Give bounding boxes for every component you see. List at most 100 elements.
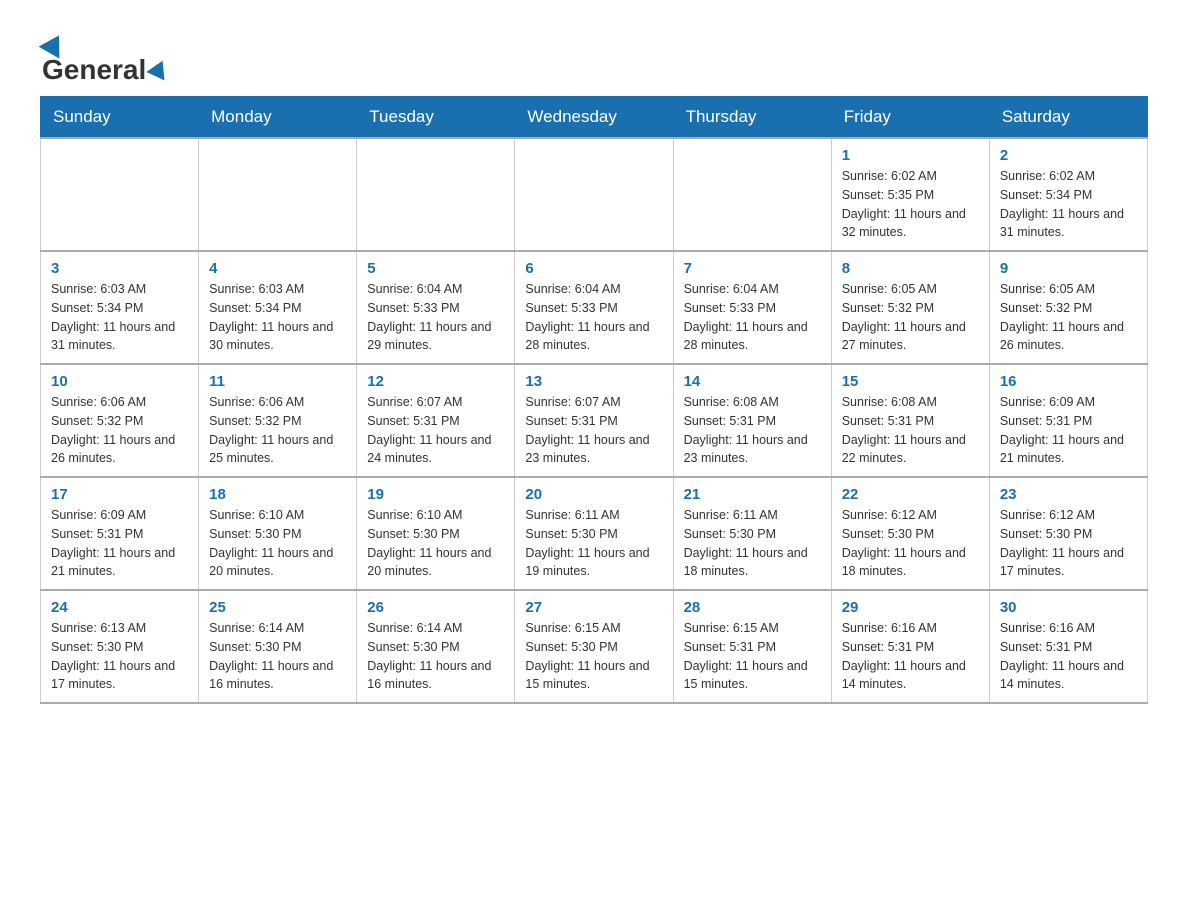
logo-general-bottom: General [42, 54, 146, 86]
day-info: Sunrise: 6:02 AM Sunset: 5:34 PM Dayligh… [1000, 167, 1137, 242]
calendar-table: SundayMondayTuesdayWednesdayThursdayFrid… [40, 96, 1148, 704]
day-info: Sunrise: 6:07 AM Sunset: 5:31 PM Dayligh… [525, 393, 662, 468]
calendar-cell: 17 Sunrise: 6:09 AM Sunset: 5:31 PM Dayli… [41, 477, 199, 590]
logo: General [40, 30, 169, 76]
day-number: 14 [684, 373, 821, 390]
calendar-cell: 6Sunrise: 6:04 AM Sunset: 5:33 PM Daylig… [515, 251, 673, 364]
day-info: Sunrise: 6:14 AM Sunset: 5:30 PM Dayligh… [209, 619, 346, 694]
calendar-cell [673, 138, 831, 251]
calendar-cell: 25Sunrise: 6:14 AM Sunset: 5:30 PM Dayli… [199, 590, 357, 703]
calendar-week-row: 3 Sunrise: 6:03 AM Sunset: 5:34 PM Daylig… [41, 251, 1148, 364]
day-number: 7 [684, 260, 821, 277]
calendar-cell: 1Sunrise: 6:02 AM Sunset: 5:35 PM Daylig… [831, 138, 989, 251]
day-number: 23 [1000, 486, 1137, 503]
calendar-cell: 30Sunrise: 6:16 AM Sunset: 5:31 PM Dayli… [989, 590, 1147, 703]
calendar-cell: 2 Sunrise: 6:02 AM Sunset: 5:34 PM Daylig… [989, 138, 1147, 251]
day-number: 26 [367, 599, 504, 616]
day-number: 27 [525, 599, 662, 616]
calendar-cell: 19 Sunrise: 6:10 AM Sunset: 5:30 PM Dayli… [357, 477, 515, 590]
calendar-cell: 14 Sunrise: 6:08 AM Sunset: 5:31 PM Dayli… [673, 364, 831, 477]
logo-arrow-icon [147, 56, 172, 80]
day-info: Sunrise: 6:12 AM Sunset: 5:30 PM Dayligh… [1000, 506, 1137, 581]
calendar-cell: 5 Sunrise: 6:04 AM Sunset: 5:33 PM Daylig… [357, 251, 515, 364]
day-number: 12 [367, 373, 504, 390]
day-info: Sunrise: 6:11 AM Sunset: 5:30 PM Dayligh… [684, 506, 821, 581]
day-number: 18 [209, 486, 346, 503]
day-info: Sunrise: 6:11 AM Sunset: 5:30 PM Dayligh… [525, 506, 662, 581]
day-number: 24 [51, 599, 188, 616]
day-number: 3 [51, 260, 188, 277]
day-info: Sunrise: 6:06 AM Sunset: 5:32 PM Dayligh… [51, 393, 188, 468]
day-number: 10 [51, 373, 188, 390]
day-info: Sunrise: 6:16 AM Sunset: 5:31 PM Dayligh… [842, 619, 979, 694]
day-number: 6 [525, 260, 662, 277]
calendar-cell: 29 Sunrise: 6:16 AM Sunset: 5:31 PM Dayli… [831, 590, 989, 703]
day-info: Sunrise: 6:03 AM Sunset: 5:34 PM Dayligh… [51, 280, 188, 355]
calendar-cell [515, 138, 673, 251]
calendar-cell: 4 Sunrise: 6:03 AM Sunset: 5:34 PM Daylig… [199, 251, 357, 364]
calendar-cell: 20 Sunrise: 6:11 AM Sunset: 5:30 PM Dayli… [515, 477, 673, 590]
calendar-header-row: SundayMondayTuesdayWednesdayThursdayFrid… [41, 97, 1148, 139]
day-number: 5 [367, 260, 504, 277]
day-number: 1 [842, 147, 979, 164]
column-header-thursday: Thursday [673, 97, 831, 139]
calendar-cell: 7 Sunrise: 6:04 AM Sunset: 5:33 PM Daylig… [673, 251, 831, 364]
day-info: Sunrise: 6:04 AM Sunset: 5:33 PM Dayligh… [367, 280, 504, 355]
day-info: Sunrise: 6:06 AM Sunset: 5:32 PM Dayligh… [209, 393, 346, 468]
day-number: 11 [209, 373, 346, 390]
calendar-cell: 24 Sunrise: 6:13 AM Sunset: 5:30 PM Dayli… [41, 590, 199, 703]
column-header-sunday: Sunday [41, 97, 199, 139]
day-number: 28 [684, 599, 821, 616]
calendar-cell: 10 Sunrise: 6:06 AM Sunset: 5:32 PM Dayli… [41, 364, 199, 477]
day-info: Sunrise: 6:13 AM Sunset: 5:30 PM Dayligh… [51, 619, 188, 694]
calendar-cell: 18 Sunrise: 6:10 AM Sunset: 5:30 PM Dayli… [199, 477, 357, 590]
calendar-cell: 27 Sunrise: 6:15 AM Sunset: 5:30 PM Dayli… [515, 590, 673, 703]
calendar-week-row: 24 Sunrise: 6:13 AM Sunset: 5:30 PM Dayli… [41, 590, 1148, 703]
column-header-wednesday: Wednesday [515, 97, 673, 139]
day-number: 19 [367, 486, 504, 503]
day-number: 17 [51, 486, 188, 503]
calendar-cell [41, 138, 199, 251]
calendar-cell: 11 Sunrise: 6:06 AM Sunset: 5:32 PM Dayli… [199, 364, 357, 477]
day-number: 29 [842, 599, 979, 616]
day-info: Sunrise: 6:15 AM Sunset: 5:31 PM Dayligh… [684, 619, 821, 694]
day-number: 8 [842, 260, 979, 277]
calendar-cell: 9 Sunrise: 6:05 AM Sunset: 5:32 PM Daylig… [989, 251, 1147, 364]
calendar-cell [199, 138, 357, 251]
calendar-cell: 22Sunrise: 6:12 AM Sunset: 5:30 PM Dayli… [831, 477, 989, 590]
day-number: 30 [1000, 599, 1137, 616]
calendar-cell: 15 Sunrise: 6:08 AM Sunset: 5:31 PM Dayli… [831, 364, 989, 477]
day-info: Sunrise: 6:05 AM Sunset: 5:32 PM Dayligh… [1000, 280, 1137, 355]
page-header: General [40, 30, 1148, 76]
calendar-cell: 3 Sunrise: 6:03 AM Sunset: 5:34 PM Daylig… [41, 251, 199, 364]
day-number: 15 [842, 373, 979, 390]
calendar-week-row: 1Sunrise: 6:02 AM Sunset: 5:35 PM Daylig… [41, 138, 1148, 251]
column-header-monday: Monday [199, 97, 357, 139]
calendar-cell: 26 Sunrise: 6:14 AM Sunset: 5:30 PM Dayli… [357, 590, 515, 703]
column-header-friday: Friday [831, 97, 989, 139]
calendar-cell: 21 Sunrise: 6:11 AM Sunset: 5:30 PM Dayli… [673, 477, 831, 590]
column-header-tuesday: Tuesday [357, 97, 515, 139]
calendar-cell: 23 Sunrise: 6:12 AM Sunset: 5:30 PM Dayli… [989, 477, 1147, 590]
column-header-saturday: Saturday [989, 97, 1147, 139]
day-info: Sunrise: 6:08 AM Sunset: 5:31 PM Dayligh… [684, 393, 821, 468]
day-info: Sunrise: 6:15 AM Sunset: 5:30 PM Dayligh… [525, 619, 662, 694]
calendar-cell: 28 Sunrise: 6:15 AM Sunset: 5:31 PM Dayli… [673, 590, 831, 703]
day-info: Sunrise: 6:05 AM Sunset: 5:32 PM Dayligh… [842, 280, 979, 355]
day-number: 4 [209, 260, 346, 277]
day-info: Sunrise: 6:10 AM Sunset: 5:30 PM Dayligh… [367, 506, 504, 581]
day-number: 21 [684, 486, 821, 503]
day-number: 2 [1000, 147, 1137, 164]
calendar-cell: 12Sunrise: 6:07 AM Sunset: 5:31 PM Dayli… [357, 364, 515, 477]
day-info: Sunrise: 6:03 AM Sunset: 5:34 PM Dayligh… [209, 280, 346, 355]
day-info: Sunrise: 6:12 AM Sunset: 5:30 PM Dayligh… [842, 506, 979, 581]
day-number: 9 [1000, 260, 1137, 277]
day-number: 20 [525, 486, 662, 503]
day-info: Sunrise: 6:08 AM Sunset: 5:31 PM Dayligh… [842, 393, 979, 468]
day-info: Sunrise: 6:04 AM Sunset: 5:33 PM Dayligh… [684, 280, 821, 355]
day-info: Sunrise: 6:10 AM Sunset: 5:30 PM Dayligh… [209, 506, 346, 581]
calendar-cell: 13 Sunrise: 6:07 AM Sunset: 5:31 PM Dayli… [515, 364, 673, 477]
day-info: Sunrise: 6:14 AM Sunset: 5:30 PM Dayligh… [367, 619, 504, 694]
day-number: 13 [525, 373, 662, 390]
day-info: Sunrise: 6:09 AM Sunset: 5:31 PM Dayligh… [51, 506, 188, 581]
